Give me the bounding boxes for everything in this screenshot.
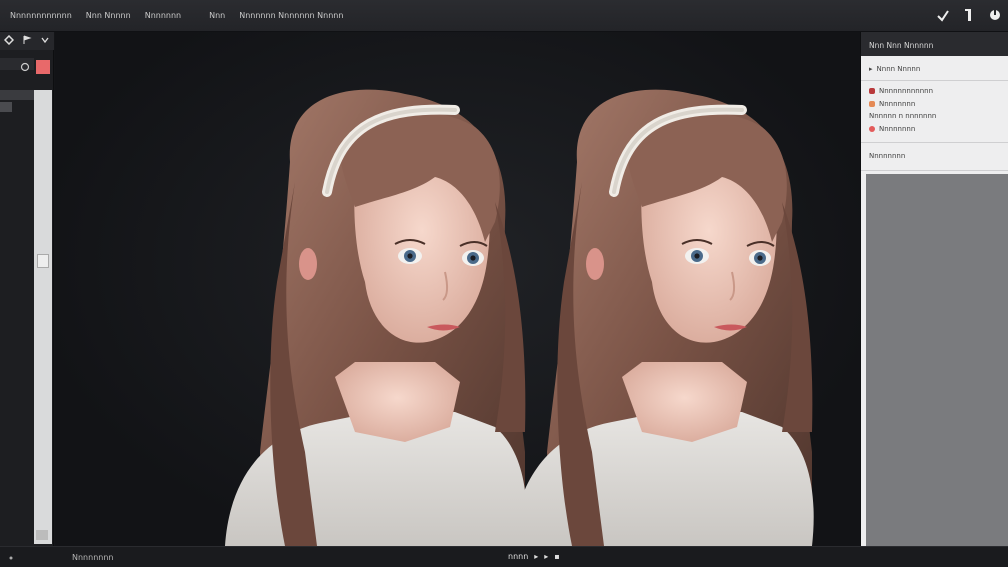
- menu-item-3[interactable]: Nnn: [207, 11, 227, 20]
- image-canvas[interactable]: [55, 32, 860, 546]
- pink-dot-icon: [869, 126, 875, 132]
- status-control-1[interactable]: ▸: [534, 552, 538, 561]
- divider: [861, 170, 1008, 171]
- canvas-artwork: [225, 89, 814, 546]
- top-menubar: Nnnnnnnnnnnn Nnn Nnnnn Nnnnnnn Nnn Nnnnn…: [0, 0, 1008, 32]
- menu-item-4[interactable]: Nnnnnnn Nnnnnnn Nnnnn: [237, 11, 345, 20]
- menu-item-2[interactable]: Nnnnnnn: [143, 11, 183, 20]
- section-title[interactable]: ▸ Nnnn Nnnnn: [869, 65, 920, 73]
- left-scrollbar[interactable]: [34, 90, 52, 544]
- layer-row-2[interactable]: [0, 90, 34, 100]
- menu-item-1[interactable]: Nnn Nnnnn: [84, 11, 133, 20]
- lock-icon[interactable]: [20, 62, 30, 75]
- chevron-down-icon[interactable]: [40, 35, 50, 48]
- panel-footer-button[interactable]: [36, 530, 48, 540]
- divider: [861, 80, 1008, 81]
- right-properties-panel: Nnn Nnn Nnnnnn ▸ Nnnn Nnnnn Nnnnnnnnnnnn…: [860, 32, 1008, 546]
- property-row-0[interactable]: Nnnnnnnnnnnn: [869, 87, 933, 95]
- flag-icon[interactable]: [22, 35, 32, 48]
- left-toolbar: [0, 32, 54, 50]
- status-icon[interactable]: [6, 553, 16, 565]
- property-row-3[interactable]: Nnnnnnnn: [869, 125, 915, 133]
- top-right-tools: [936, 7, 1002, 23]
- menu-item-0[interactable]: Nnnnnnnnnnnn: [8, 11, 74, 20]
- playback-controls: nnnn ▸ ▸ ▪: [508, 552, 560, 561]
- bar-icon[interactable]: [962, 7, 976, 23]
- expand-icon[interactable]: ▸: [869, 65, 873, 73]
- status-control-0[interactable]: nnnn: [508, 552, 528, 561]
- preview-area[interactable]: [866, 174, 1008, 546]
- scroll-knob[interactable]: [37, 254, 49, 268]
- move-icon[interactable]: [3, 34, 15, 48]
- property-row-1[interactable]: Nnnnnnnn: [869, 100, 915, 108]
- panel-header: Nnn Nnn Nnnnnn: [861, 32, 1008, 56]
- layer-thumb[interactable]: [0, 102, 12, 112]
- status-control-2[interactable]: ▸: [544, 552, 548, 561]
- red-dot-icon: [869, 88, 875, 94]
- status-bar: Nnnnnnnn nnnn ▸ ▸ ▪: [0, 546, 1008, 567]
- status-control-3[interactable]: ▪: [554, 552, 559, 561]
- divider: [861, 142, 1008, 143]
- orange-dot-icon: [869, 101, 875, 107]
- portrait-left: [225, 89, 527, 546]
- property-row-2[interactable]: Nnnnnn n nnnnnnn: [869, 112, 936, 120]
- section2-title[interactable]: Nnnnnnnn: [869, 152, 905, 160]
- check-icon[interactable]: [936, 7, 950, 23]
- menu-items: Nnnnnnnnnnnn Nnn Nnnnn Nnnnnnn Nnn Nnnnn…: [8, 11, 345, 20]
- toggle-icon[interactable]: [988, 7, 1002, 23]
- portrait-right: [512, 89, 814, 546]
- status-label: Nnnnnnnn: [72, 553, 114, 562]
- left-tool-panel: [0, 32, 54, 546]
- color-swatch[interactable]: [36, 60, 50, 74]
